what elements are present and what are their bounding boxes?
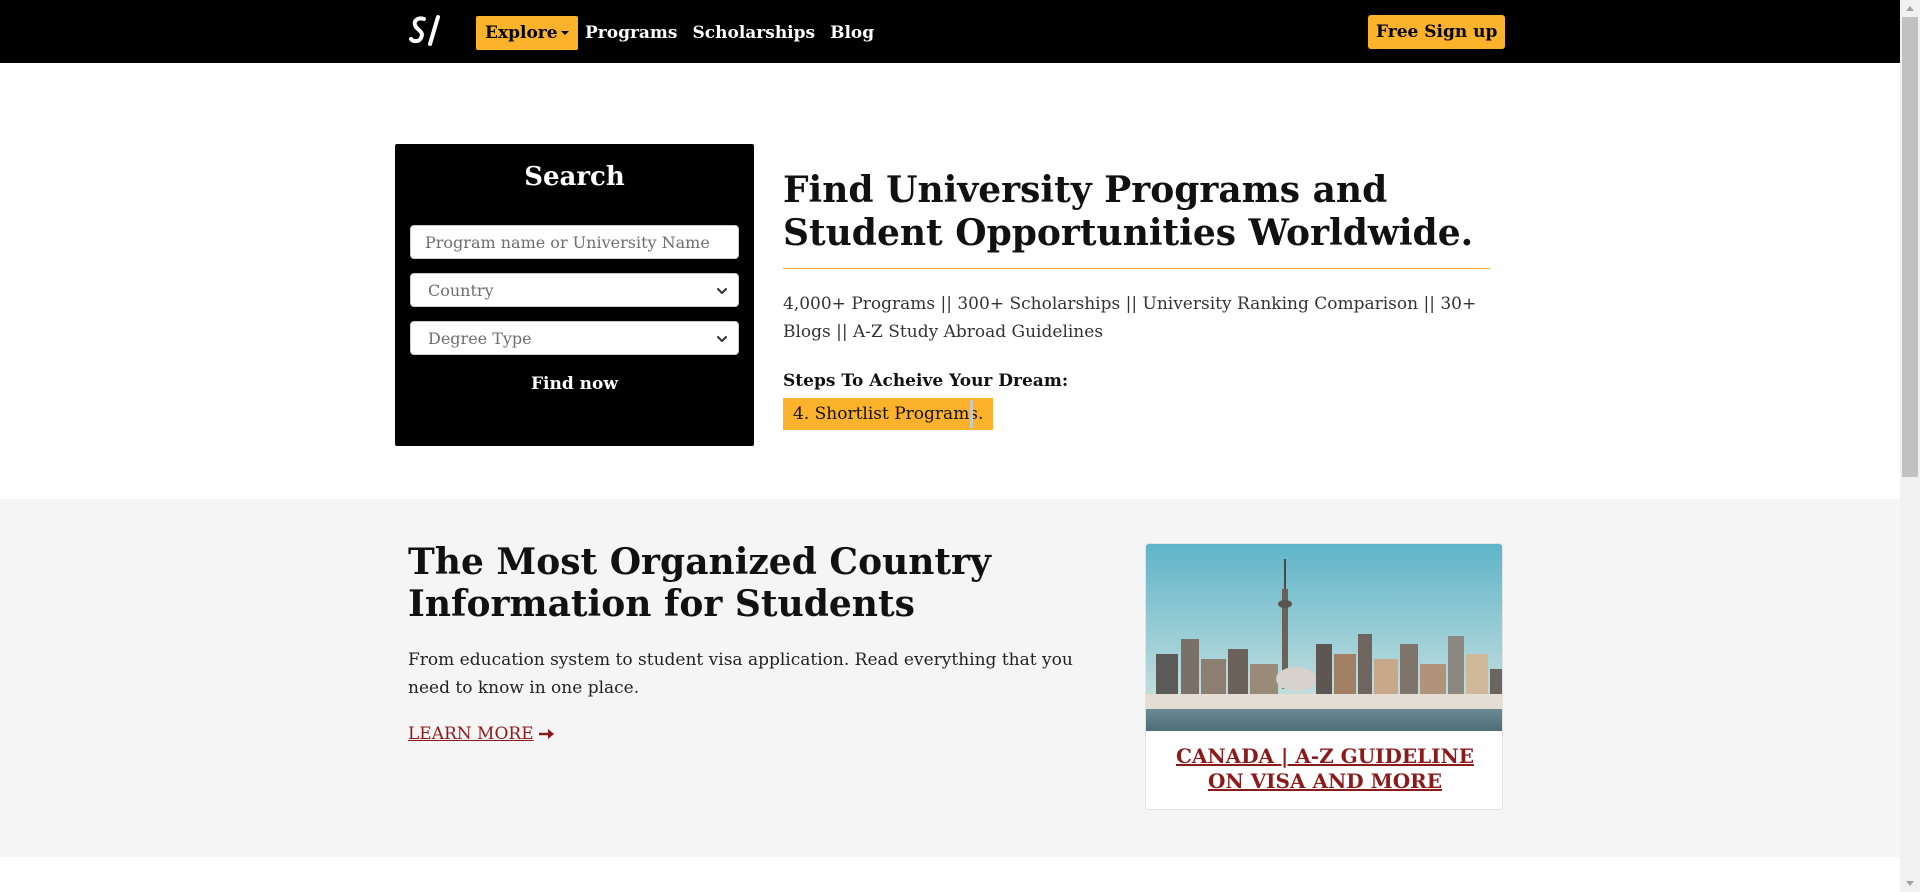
explore-dropdown-button[interactable]: Explore [476,16,578,50]
brand-logo[interactable] [404,8,448,54]
canada-guide-title: CANADA | A-Z GUIDELINE ON VISA AND MORE [1175,744,1475,793]
hero-divider [783,268,1490,269]
program-search-placeholder: Program name or University Name [425,232,710,252]
hero-stats-text: 4,000+ Programs || 300+ Scholarships || … [783,294,1477,342]
vertical-scrollbar[interactable] [1900,0,1920,892]
nav-link-blog[interactable]: Blog [830,23,874,43]
scroll-down-arrow-icon[interactable] [1900,875,1920,892]
learn-more-label: LEARN MORE [408,724,534,744]
explore-label: Explore [485,23,558,43]
chevron-down-icon [717,336,727,342]
degree-type-select[interactable]: Degree Type [410,321,739,355]
learn-more-link[interactable]: LEARN MORE [408,724,556,744]
search-title: Search [524,162,625,192]
nav-links: Programs Scholarships Blog [585,16,874,50]
country-select[interactable]: Country [410,273,739,307]
canada-guide-card[interactable]: CANADA | A-Z GUIDELINE ON VISA AND MORE [1145,543,1503,810]
search-card: Search Program name or University Name C… [395,144,754,446]
hero-title: Find University Programs and Student Opp… [783,169,1474,254]
nav-link-scholarships[interactable]: Scholarships [693,23,816,43]
free-signup-button[interactable]: Free Sign up [1368,15,1506,49]
find-now-button[interactable]: Find now [395,374,754,394]
country-info-section: The Most Organized Country Information f… [0,499,1900,857]
arrow-right-icon [538,729,554,739]
nav-link-programs[interactable]: Programs [585,23,678,43]
degree-type-select-value: Degree Type [428,328,532,348]
scrollbar-thumb[interactable] [1902,17,1918,477]
country-select-value: Country [428,280,494,300]
country-section-title: The Most Organized Country Information f… [408,541,991,625]
scroll-up-arrow-icon[interactable] [1900,0,1920,17]
toronto-skyline-image [1146,544,1502,731]
typing-cursor [970,400,973,428]
caret-down-icon [560,31,569,35]
country-section-description: From education system to student visa ap… [408,650,1073,698]
brand-logo-icon [409,15,440,46]
current-step-badge: 4. Shortlist Programs. [783,398,994,430]
chevron-down-icon [717,288,727,294]
program-search-input[interactable]: Program name or University Name [410,225,739,259]
steps-label: Steps To Acheive Your Dream: [783,371,1069,391]
top-navbar: Explore Programs Scholarships Blog Free … [0,0,1900,63]
